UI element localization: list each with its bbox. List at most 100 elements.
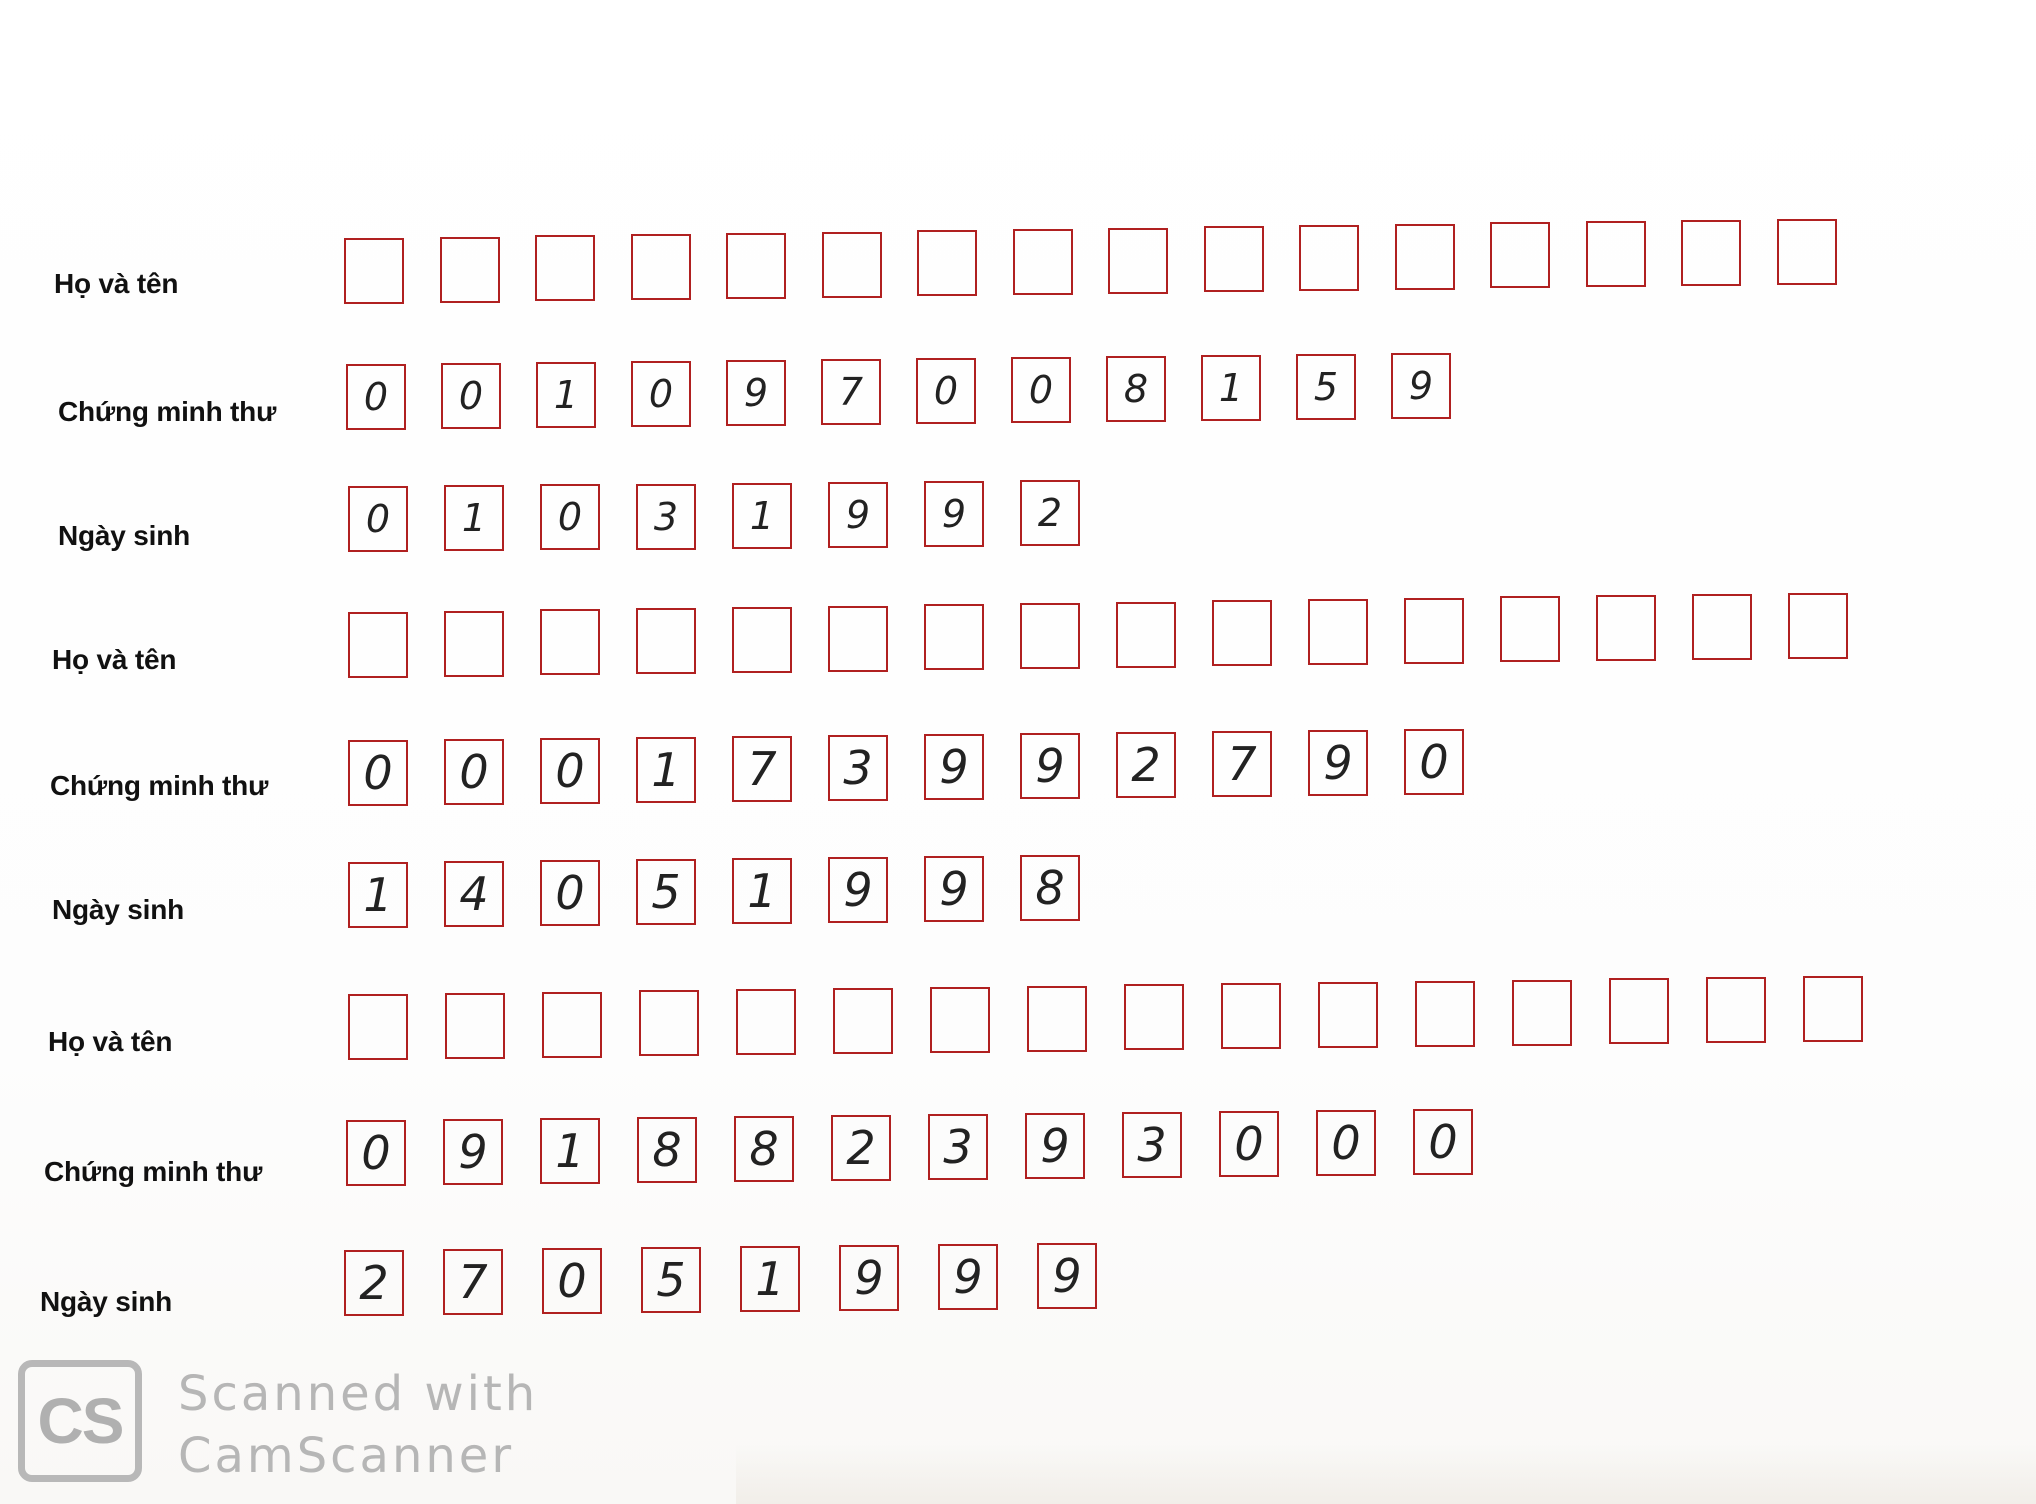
- digit-box: 9: [924, 856, 984, 922]
- digit-box: 9: [443, 1119, 503, 1185]
- name-char-box: [1027, 985, 1087, 1052]
- digit-box: 0: [1219, 1111, 1279, 1177]
- name-char-box: [1108, 227, 1168, 294]
- watermark-line-2: CamScanner: [178, 1428, 515, 1484]
- handwritten-digit: 0: [363, 375, 389, 419]
- handwritten-digit: 0: [458, 374, 484, 418]
- handwritten-digit: 9: [843, 863, 873, 917]
- handwritten-digit: 0: [1428, 1115, 1458, 1169]
- handwritten-digit: 0: [365, 497, 391, 541]
- name-char-box: [1490, 222, 1550, 289]
- name-char-box: [1116, 601, 1176, 668]
- handwritten-digit: 9: [458, 1125, 488, 1179]
- digit-box: 1: [1201, 355, 1261, 421]
- handwritten-digit: 8: [652, 1123, 682, 1177]
- digit-box: 1: [636, 737, 696, 803]
- name-char-box: [732, 606, 792, 673]
- handwritten-digit: 7: [747, 742, 777, 796]
- digit-box: 0: [540, 860, 600, 926]
- handwritten-digit: 8: [1035, 861, 1065, 915]
- name-char-box: [1681, 219, 1741, 286]
- handwritten-digit: 5: [1313, 365, 1339, 409]
- handwritten-digit: 1: [1218, 366, 1244, 410]
- digit-box: 3: [636, 483, 696, 550]
- digit-box: 1: [348, 862, 408, 928]
- record-2-name-row: Họ và tên: [0, 592, 2036, 692]
- name-label: Họ và tên: [48, 1026, 173, 1057]
- handwritten-digit: 9: [1052, 1249, 1082, 1303]
- name-char-box: [1394, 223, 1455, 290]
- handwritten-digit: 0: [557, 495, 583, 540]
- handwritten-digit: 0: [555, 866, 585, 920]
- digit-box: 9: [938, 1244, 998, 1310]
- name-char-box: [726, 232, 786, 299]
- digit-box: 0: [542, 1248, 602, 1314]
- name-char-box: [924, 604, 984, 671]
- digit-box: 2: [344, 1250, 404, 1316]
- handwritten-digit: 1: [747, 864, 777, 918]
- name-char-box: [445, 992, 505, 1059]
- name-char-box: [821, 231, 882, 298]
- handwritten-digit: 3: [843, 741, 873, 795]
- digit-box: 3: [828, 735, 888, 801]
- digit-box: 0: [1011, 357, 1071, 423]
- name-char-box: [639, 990, 699, 1057]
- name-char-box: [1500, 596, 1560, 663]
- handwritten-digit: 5: [656, 1253, 686, 1307]
- digit-box: 7: [443, 1249, 503, 1315]
- name-char-box: [444, 610, 504, 677]
- digit-box: 9: [828, 857, 888, 923]
- name-char-box: [1318, 982, 1378, 1048]
- handwritten-digit: 2: [1131, 738, 1161, 792]
- record-2-id-row: Chứng minh thư 0 0 0 1 7 3 9 9 2 7 9 0: [0, 729, 2036, 820]
- digit-box: 3: [928, 1114, 988, 1180]
- record-3-dob-row: Ngày sinh 2 7 0 5 1 9 9 9: [0, 1240, 2036, 1330]
- camscanner-logo-icon: CS: [18, 1360, 142, 1482]
- handwritten-digit: 8: [1123, 367, 1149, 411]
- digit-box: 1: [732, 858, 792, 924]
- handwritten-digit: 9: [939, 862, 969, 916]
- handwritten-digit: 9: [854, 1251, 884, 1305]
- handwritten-digit: 1: [555, 1124, 585, 1178]
- name-char-box: [348, 612, 408, 678]
- digit-box: 9: [1308, 730, 1368, 796]
- handwritten-digit: 1: [553, 373, 579, 417]
- name-char-box: [1308, 599, 1368, 665]
- digit-box: 2: [1020, 480, 1080, 547]
- name-char-box: [1788, 592, 1848, 659]
- digit-box: 0: [348, 740, 408, 806]
- name-char-box: [917, 230, 977, 297]
- digit-box: 0: [1404, 729, 1464, 795]
- handwritten-digit: 0: [459, 745, 489, 799]
- handwritten-digit: 1: [651, 743, 681, 797]
- handwritten-digit: 7: [458, 1255, 488, 1309]
- digit-box: 3: [1122, 1112, 1182, 1178]
- digit-box: 9: [1020, 733, 1080, 799]
- handwritten-digit: 2: [1037, 491, 1063, 536]
- handwritten-digit: 9: [941, 492, 967, 537]
- name-char-box: [535, 235, 595, 302]
- digit-box: 8: [637, 1117, 697, 1183]
- handwritten-digit: 1: [363, 868, 393, 922]
- handwritten-digit: 0: [1331, 1116, 1361, 1170]
- handwritten-digit: 1: [461, 496, 487, 541]
- digit-box: 4: [444, 861, 504, 927]
- digit-box: 0: [540, 738, 600, 804]
- record-1-name-row: Họ và tên: [0, 218, 2036, 318]
- watermark-line-1: Scanned with: [178, 1366, 539, 1422]
- digit-box: 0: [916, 358, 976, 424]
- name-char-box: [540, 609, 600, 676]
- id-label: Chứng minh thư: [50, 770, 269, 801]
- name-char-box: [1020, 602, 1080, 669]
- name-char-box: [630, 234, 691, 301]
- digit-box: 8: [1106, 356, 1166, 422]
- name-label: Họ và tên: [54, 268, 179, 299]
- name-char-box: [1609, 978, 1669, 1045]
- digit-box: 0: [1413, 1109, 1473, 1175]
- id-label: Chứng minh thư: [44, 1156, 263, 1187]
- digit-box: 7: [732, 736, 792, 802]
- name-char-box: [1692, 593, 1752, 660]
- name-char-box: [1706, 977, 1766, 1044]
- name-char-box: [636, 608, 696, 675]
- name-char-box: [1124, 984, 1184, 1051]
